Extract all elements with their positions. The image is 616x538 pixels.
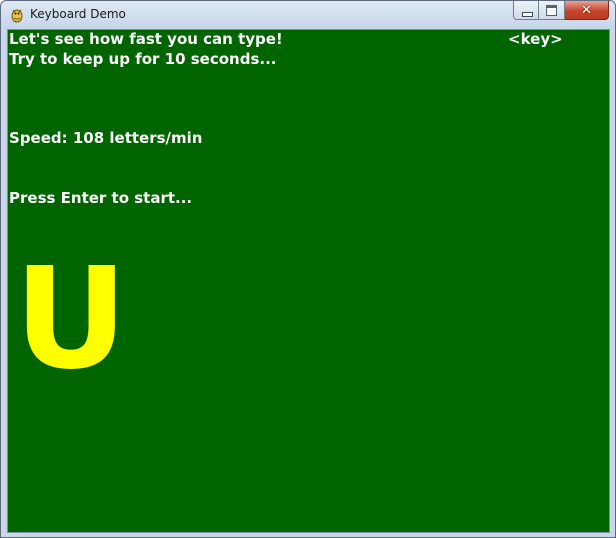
maximize-button[interactable] — [539, 1, 565, 20]
window-controls: ✕ — [513, 1, 609, 21]
game-canvas[interactable]: Let's see how fast you can type! <key> T… — [7, 29, 610, 533]
minimize-icon — [522, 12, 533, 17]
python-snake-icon[interactable] — [9, 7, 25, 23]
key-label: <key> — [508, 30, 563, 48]
target-letter: U — [14, 238, 128, 401]
close-icon: ✕ — [581, 3, 592, 18]
app-window: Keyboard Demo ✕ Let's see how fast you c… — [0, 0, 616, 538]
intro-line-1: Let's see how fast you can type! — [9, 30, 283, 48]
window-title: Keyboard Demo — [30, 7, 126, 21]
speed-readout: Speed: 108 letters/min — [9, 129, 203, 147]
minimize-button[interactable] — [513, 1, 539, 20]
title-bar[interactable]: Keyboard Demo ✕ — [1, 1, 615, 29]
start-prompt: Press Enter to start... — [9, 189, 193, 207]
close-button[interactable]: ✕ — [565, 1, 609, 20]
intro-line-2: Try to keep up for 10 seconds... — [9, 50, 277, 68]
maximize-icon — [546, 5, 557, 16]
